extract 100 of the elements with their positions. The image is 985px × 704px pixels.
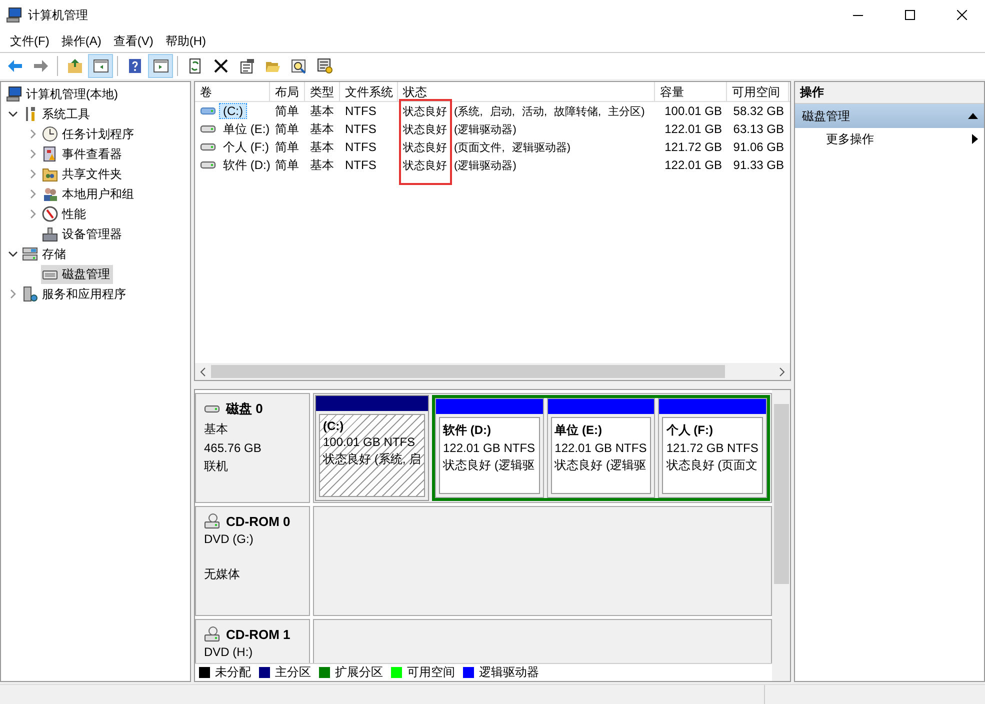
maximize-icon [905,10,915,20]
tree-item[interactable]: 存储 [21,244,69,264]
tree-item[interactable]: 磁盘管理 [41,264,113,284]
cd-drive-icon [204,513,220,529]
disk-name: 磁盘 0 [226,400,263,418]
table-cell[interactable]: 软件 (D:) [219,156,274,174]
table-cell: NTFS [345,140,376,154]
partition-name: 单位 (E:) [554,422,603,439]
table-cell: 121.72 GB [664,140,722,154]
services-icon [22,286,38,302]
shared-folder-icon [42,166,58,182]
vertical-scrollbar[interactable] [772,390,790,681]
partition[interactable]: 软件 (D:) 122.01 GB NTFS 状态良好 (逻辑驱 [435,398,544,498]
partition-size: 122.01 GB NTFS [554,441,648,455]
table-cell: 简单 [275,156,299,174]
table-cell: 简单 [275,138,299,156]
properties-icon [238,58,254,74]
tree-item[interactable]: 共享文件夹 [41,164,125,184]
action-section[interactable]: 磁盘管理 [795,104,984,128]
menu-item[interactable]: 操作(A) [55,30,108,52]
pane-icon [152,58,168,74]
tree-item[interactable]: 服务和应用程序 [21,284,129,304]
partition[interactable]: 单位 (E:) 122.01 GB NTFS 状态良好 (逻辑驱 [546,398,656,498]
disk-type: 基本 [204,421,229,438]
tree-item[interactable]: 本地用户和组 [41,184,137,204]
disk-status: 联机 [204,458,229,475]
disk-name: CD-ROM 1 [226,626,290,642]
partition[interactable]: (C:) 100.01 GB NTFS 状态良好 (系统, 启 [315,395,429,501]
cd-drive-icon [204,626,220,642]
collapse-icon[interactable] [968,112,978,120]
table-cell: 基本 [310,120,334,138]
tree-item[interactable]: 性能 [41,204,89,224]
table-cell[interactable]: 单位 (E:) [219,120,274,138]
partition-size: 122.01 GB NTFS [443,441,536,455]
partition[interactable]: 个人 (F:) 121.72 GB NTFS 状态良好 (页面文 [658,398,768,498]
computer-icon [6,86,22,102]
disk-size: 465.76 GB [204,441,262,455]
drive-icon [200,161,216,169]
table-cell: 简单 [275,120,299,138]
partition-size: 121.72 GB NTFS [666,441,760,455]
legend-label: 未分配 [215,664,251,681]
menu-item[interactable]: 查看(V) [107,30,160,52]
event-log-icon [42,146,58,162]
table-cell: 122.01 GB [664,158,722,172]
pane-icon [92,58,108,74]
action-item[interactable]: 更多操作 [795,128,984,150]
refresh-icon [186,58,202,74]
minimize-icon [853,14,863,16]
tree-item[interactable]: 事件查看器 [41,144,125,164]
device-manager-icon [42,226,58,242]
disk-type: DVD (H:) [204,645,254,659]
users-icon [42,186,58,202]
legend-label: 扩展分区 [335,664,383,681]
partition-status: 状态良好 (页面文 [666,457,759,474]
table-cell: NTFS [345,122,376,136]
pane-title: 操作 [795,82,984,104]
delete-icon [212,58,228,74]
tree-item[interactable]: 设备管理器 [41,224,125,244]
table-cell-text: 状态良好 (页面文件, 逻辑驱动器) [403,140,570,154]
toolbar-button[interactable] [88,54,113,78]
table-cell: 100.01 GB [664,104,722,118]
drive-icon [200,107,216,115]
folder-up-icon [66,58,82,74]
back-icon [6,58,22,74]
chevron-right-icon[interactable] [8,289,18,299]
menu-item[interactable]: 文件(F) [4,30,56,52]
partition-status: 状态良好 (逻辑驱 [554,457,648,474]
drive-icon [200,125,216,133]
partition-name: 软件 (D:) [443,422,492,439]
disk-type: DVD (G:) [204,532,254,546]
tree-item[interactable]: 任务计划程序 [41,124,137,144]
toolbar-button[interactable] [148,54,173,78]
table-cell: 122.01 GB [664,122,722,136]
table-cell: 63.13 GB [733,122,784,136]
table-cell-text: 状态良好 (系统, 启动, 活动, 故障转储, 主分区) [403,104,645,118]
table-cell-text: 状态良好 (逻辑驱动器) [403,158,516,172]
settings-icon [316,58,332,74]
table-cell: NTFS [345,104,376,118]
chevron-down-icon[interactable] [8,109,18,119]
partition-status: 状态良好 (逻辑驱 [443,457,536,474]
tree-item[interactable]: 计算机管理(本地) [5,84,121,104]
table-cell: 基本 [310,138,334,156]
computer-icon [6,7,22,23]
submenu-arrow-icon [972,134,978,144]
chevron-down-icon[interactable] [8,249,18,259]
menu-item[interactable]: 帮助(H) [159,30,212,52]
drive-icon [204,405,220,413]
close-icon [957,10,967,20]
legend-label: 可用空间 [407,664,455,681]
table-cell[interactable]: 个人 (F:) [219,138,273,156]
horizontal-scrollbar[interactable] [195,363,790,380]
table-cell: NTFS [345,158,376,172]
forward-icon [32,58,48,74]
gauge-icon [42,206,58,222]
disk-status: 无媒体 [204,566,241,583]
tree-item[interactable]: 系统工具 [21,104,93,124]
table-cell: 基本 [310,102,334,120]
search-icon [290,58,306,74]
table-cell: 简单 [275,102,299,120]
table-cell[interactable]: (C:) [219,103,247,119]
